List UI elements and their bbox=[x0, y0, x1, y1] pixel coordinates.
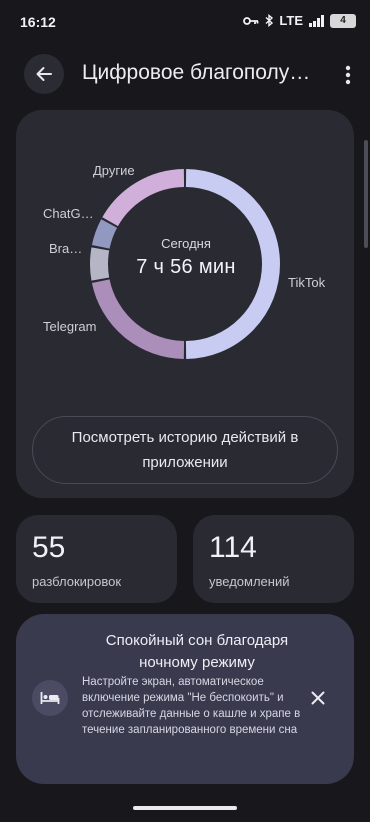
bedtime-title: Спокойный сон благодаря ночному режиму bbox=[105, 632, 289, 671]
more-vert-icon bbox=[345, 65, 351, 85]
key-icon bbox=[243, 16, 259, 25]
network-type: LTE bbox=[279, 13, 303, 28]
gesture-nav-handle[interactable] bbox=[133, 806, 237, 810]
status-bar: 16:12 LTE 4 bbox=[0, 0, 370, 44]
legend-label-other: Другие bbox=[93, 163, 135, 178]
legend-label-tiktok: TikTok bbox=[288, 275, 326, 290]
bed-icon bbox=[40, 692, 60, 704]
chart-center-label: Сегодня bbox=[161, 236, 211, 251]
donut-segment-bra[interactable] bbox=[90, 247, 110, 281]
unlocks-label: разблокировок bbox=[32, 574, 122, 589]
donut-segment-другие[interactable] bbox=[102, 169, 185, 227]
app-bar: Цифровое благополу… bbox=[0, 54, 370, 96]
donut-segment-chatg[interactable] bbox=[91, 219, 118, 249]
close-icon bbox=[311, 691, 325, 705]
page-title: Цифровое благополу… bbox=[82, 61, 311, 84]
status-icons: LTE 4 bbox=[243, 13, 356, 28]
more-options-button[interactable] bbox=[338, 60, 358, 90]
battery-icon: 4 bbox=[330, 13, 356, 28]
usage-card: Сегодня 7 ч 56 мин TikTok Telegram Bra… … bbox=[16, 110, 354, 498]
screen-time-total: 7 ч 56 мин bbox=[136, 256, 236, 278]
notifications-label: уведомлений bbox=[209, 574, 290, 589]
bedtime-mode-card[interactable]: Спокойный сон благодаря ночному режиму Н… bbox=[16, 614, 354, 784]
legend-label-chatgpt: ChatG… bbox=[43, 206, 94, 221]
donut-segment-telegram[interactable] bbox=[91, 279, 185, 359]
legend-label-browser: Bra… bbox=[49, 241, 83, 256]
bedtime-description: Настройте экран, автоматическое включени… bbox=[82, 676, 301, 736]
notifications-count: 114 bbox=[209, 531, 257, 564]
dismiss-button[interactable] bbox=[304, 684, 332, 712]
scrollbar[interactable] bbox=[364, 140, 368, 248]
back-button[interactable] bbox=[24, 54, 64, 94]
unlocks-card[interactable]: 55 разблокировок bbox=[16, 515, 177, 603]
unlocks-count: 55 bbox=[32, 531, 66, 564]
bed-icon-container bbox=[32, 680, 68, 716]
legend-label-telegram: Telegram bbox=[43, 319, 97, 334]
notifications-card[interactable]: 114 уведомлений bbox=[193, 515, 354, 603]
status-time: 16:12 bbox=[20, 14, 56, 30]
arrow-left-icon bbox=[36, 67, 52, 81]
view-history-button[interactable]: Посмотреть историю действий в приложении bbox=[32, 416, 338, 484]
signal-icon bbox=[309, 14, 324, 27]
bluetooth-icon bbox=[265, 14, 274, 27]
